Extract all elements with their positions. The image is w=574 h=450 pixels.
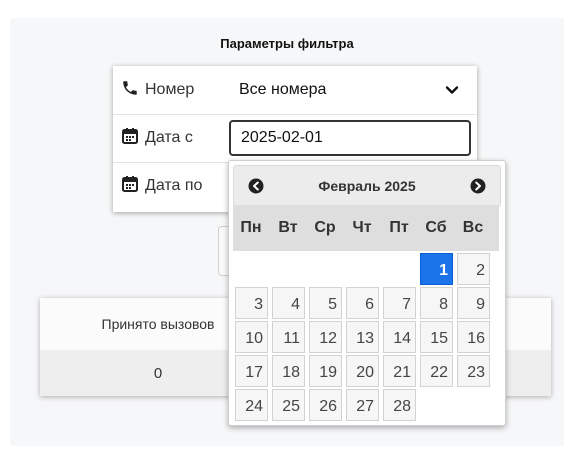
number-label-group: Номер: [121, 66, 225, 114]
calendar-day[interactable]: 19: [309, 355, 342, 387]
calendar-day[interactable]: 2: [457, 253, 490, 285]
calendar-day[interactable]: 8: [420, 287, 453, 319]
date-to-label-group: Дата по: [121, 162, 225, 210]
calendar-day[interactable]: 26: [309, 389, 342, 421]
weekday-label: Сб: [425, 219, 447, 236]
phone-icon: [121, 79, 145, 102]
calendar-day[interactable]: 13: [346, 321, 379, 353]
calendar-day-selected[interactable]: 1: [420, 253, 453, 285]
date-from-label: Дата с: [145, 129, 193, 146]
datepicker-weekday-row: Пн Вт Ср Чт Пт Сб Вс: [233, 205, 499, 251]
weekday-label: Пн: [240, 219, 262, 236]
chevron-down-icon: [445, 83, 459, 102]
next-month-icon[interactable]: [470, 178, 486, 194]
calendar-day[interactable]: 18: [272, 355, 305, 387]
calendar-day[interactable]: 27: [346, 389, 379, 421]
date-from-label-group: Дата с: [121, 114, 225, 162]
calendar-day[interactable]: 3: [235, 287, 268, 319]
calendar-day[interactable]: 21: [383, 355, 416, 387]
weekday-label: Ср: [314, 219, 336, 236]
calendar-icon: [121, 127, 145, 150]
calendar-day[interactable]: 15: [420, 321, 453, 353]
prev-month-icon[interactable]: [248, 178, 264, 194]
calendar-day[interactable]: 4: [272, 287, 305, 319]
calendar-day[interactable]: 23: [457, 355, 490, 387]
calendar-day[interactable]: 7: [383, 287, 416, 319]
calendar-day[interactable]: 11: [272, 321, 305, 353]
calendar-day[interactable]: 17: [235, 355, 268, 387]
calendar-day[interactable]: 25: [272, 389, 305, 421]
datepicker-header: Февраль 2025: [233, 165, 501, 207]
datepicker-month-title: Февраль 2025: [318, 178, 416, 194]
calendar-day[interactable]: 10: [235, 321, 268, 353]
date-from-value: 2025-02-01: [241, 129, 323, 146]
number-label: Номер: [145, 81, 195, 98]
calendar-day[interactable]: 28: [383, 389, 416, 421]
calendar-day[interactable]: 24: [235, 389, 268, 421]
calendar-day[interactable]: 20: [346, 355, 379, 387]
calendar-icon: [121, 175, 145, 198]
weekday-label: Чт: [352, 219, 372, 236]
filter-title: Параметры фильтра: [220, 36, 354, 51]
date-from-row: Дата с 2025-02-01: [113, 114, 477, 163]
date-to-label: Дата по: [145, 177, 203, 194]
calendar-day[interactable]: 9: [457, 287, 490, 319]
calendar-day[interactable]: 6: [346, 287, 379, 319]
number-select-value: Все номера: [239, 81, 327, 98]
calendar-day[interactable]: 16: [457, 321, 490, 353]
weekday-label: Вс: [462, 219, 484, 236]
number-select[interactable]: Все номера: [229, 74, 469, 106]
calendar-day[interactable]: 14: [383, 321, 416, 353]
date-from-input[interactable]: 2025-02-01: [229, 120, 471, 156]
calendar-day[interactable]: 22: [420, 355, 453, 387]
weekday-label: Вт: [278, 219, 298, 236]
weekday-label: Пт: [389, 219, 409, 236]
calendar-day[interactable]: 12: [309, 321, 342, 353]
calendar-day[interactable]: 5: [309, 287, 342, 319]
number-row: Номер Все номера: [113, 66, 477, 115]
datepicker-popup: Февраль 2025 Пн Вт Ср Чт Пт Сб Вс 1 2 3 4 5 6 7 8 9 10 1…: [228, 160, 506, 426]
